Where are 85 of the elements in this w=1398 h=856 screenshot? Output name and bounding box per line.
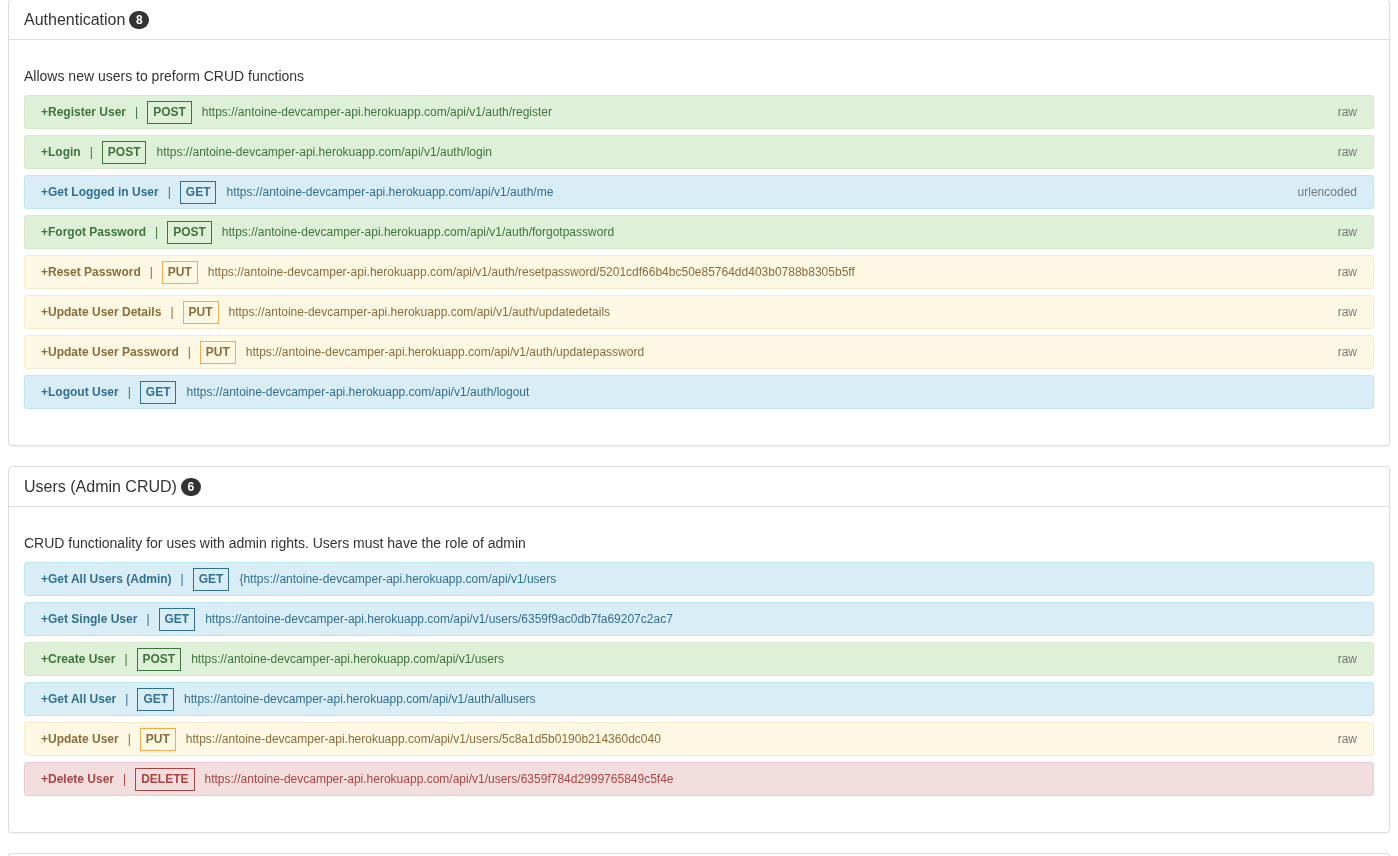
endpoint-name: +Delete User xyxy=(41,771,115,788)
separator: | xyxy=(180,571,184,588)
endpoint-url: https://antoine-devcamper-api.herokuapp.com/api/v1/auth/logout xyxy=(186,384,530,401)
endpoint-row[interactable]: +Get Logged in User | GET https://antoine-devcamper-api.herokuapp.com/api/v1/auth/me urlencoded xyxy=(24,175,1374,209)
count-badge: 6 xyxy=(180,477,201,496)
endpoint-url: https://antoine-devcamper-api.herokuapp.com/api/v1/users xyxy=(191,651,505,668)
endpoint-row[interactable]: +Get All Users (Admin) | GET {https://antoine-devcamper-api.herokuapp.com/api/v1/users xyxy=(24,562,1374,596)
method-badge: POST xyxy=(167,220,212,244)
endpoint-url: https://antoine-devcamper-api.herokuapp.com/api/v1/users/6359f9ac0db7fa69207c2ac7 xyxy=(205,611,673,628)
separator: | xyxy=(149,264,153,281)
endpoint-row[interactable]: +Update User Password | PUT https://antoine-devcamper-api.herokuapp.com/api/v1/auth/updatepassword raw xyxy=(24,335,1374,369)
method-badge: PUT xyxy=(161,260,198,284)
method-badge: POST xyxy=(101,140,147,164)
endpoint-row[interactable]: +Create User | POST https://antoine-devcamper-api.herokuapp.com/api/v1/users raw xyxy=(24,642,1374,676)
body-type: raw xyxy=(1337,304,1357,321)
separator: | xyxy=(125,691,129,708)
body-type: raw xyxy=(1337,344,1357,361)
method-badge: GET xyxy=(179,180,217,204)
endpoint-url: https://antoine-devcamper-api.herokuapp.com/api/v1/auth/resetpassword/5201cdf66b4bc50e85764dd403b0788b8305b5ff xyxy=(207,264,855,281)
endpoint-url: https://antoine-devcamper-api.herokuapp.com/api/v1/users/5c8a1d5b0190b214360dc040 xyxy=(185,731,661,748)
body-type: urlencoded xyxy=(1297,184,1357,201)
separator: | xyxy=(146,611,150,628)
endpoint-name: +Forgot Password xyxy=(41,224,147,241)
method-badge: GET xyxy=(158,607,196,631)
endpoint-row[interactable]: +Get Single User | GET https://antoine-devcamper-api.herokuapp.com/api/v1/users/6359f9ac0db7fa69207c2ac7 xyxy=(24,602,1374,636)
separator: | xyxy=(187,344,191,361)
panel-title: Authentication xyxy=(24,9,126,30)
endpoint-name: +Update User Password xyxy=(41,344,179,361)
method-badge: PUT xyxy=(182,300,219,324)
endpoint-row[interactable]: +Logout User | GET https://antoine-devcamper-api.herokuapp.com/api/v1/auth/logout xyxy=(24,375,1374,409)
endpoint-url: https://antoine-devcamper-api.herokuapp.com/api/v1/auth/allusers xyxy=(184,691,536,708)
endpoint-name: +Get All Users (Admin) xyxy=(41,571,172,588)
endpoint-row[interactable]: +Login | POST https://antoine-devcamper-api.herokuapp.com/api/v1/auth/login raw xyxy=(24,135,1374,169)
panel-title: Users (Admin CRUD) xyxy=(24,476,177,497)
method-badge: PUT xyxy=(199,340,236,364)
separator: | xyxy=(135,104,139,121)
body-type: raw xyxy=(1337,224,1357,241)
endpoint-url: https://antoine-devcamper-api.herokuapp.com/api/v1/auth/updatepassword xyxy=(245,344,645,361)
separator: | xyxy=(124,651,128,668)
endpoint-row[interactable]: +Update User | PUT https://antoine-devcamper-api.herokuapp.com/api/v1/users/5c8a1d5b0190b214360dc040 raw xyxy=(24,722,1374,756)
endpoint-url: https://antoine-devcamper-api.herokuapp.com/api/v1/auth/login xyxy=(156,144,492,161)
endpoint-row[interactable]: +Get All User | GET https://antoine-devcamper-api.herokuapp.com/api/v1/auth/allusers xyxy=(24,682,1374,716)
method-badge: PUT xyxy=(139,727,176,751)
endpoint-row[interactable]: +Reset Password | PUT https://antoine-devcamper-api.herokuapp.com/api/v1/auth/resetpassword/5201cdf66b4bc50e85764dd403b0788b8305b5ff raw xyxy=(24,255,1374,289)
endpoint-name: +Login xyxy=(41,144,81,161)
endpoint-name: +Get Logged in User xyxy=(41,184,159,201)
separator: | xyxy=(155,224,159,241)
separator: | xyxy=(170,304,174,321)
count-badge: 8 xyxy=(129,10,150,29)
endpoint-name: +Reset Password xyxy=(41,264,141,281)
endpoint-name: +Update User Details xyxy=(41,304,162,321)
method-badge: GET xyxy=(137,687,175,711)
endpoint-row[interactable]: +Forgot Password | POST https://antoine-devcamper-api.herokuapp.com/api/v1/auth/forgotpassword raw xyxy=(24,215,1374,249)
endpoint-name: +Get Single User xyxy=(41,611,138,628)
endpoint-row[interactable]: +Update User Details | PUT https://antoine-devcamper-api.herokuapp.com/api/v1/auth/updatedetails raw xyxy=(24,295,1374,329)
endpoint-name: +Create User xyxy=(41,651,116,668)
section-description: Allows new users to preform CRUD functions xyxy=(24,67,306,86)
method-badge: GET xyxy=(192,567,230,591)
endpoint-url: https://antoine-devcamper-api.herokuapp.com/api/v1/auth/register xyxy=(201,104,553,121)
section-description: CRUD functionality for uses with admin rights. Users must have the role of admin xyxy=(24,534,527,553)
endpoint-url: https://antoine-devcamper-api.herokuapp.com/api/v1/auth/updatedetails xyxy=(228,304,611,321)
endpoint-url: https://antoine-devcamper-api.herokuapp.com/api/v1/auth/forgotpassword xyxy=(221,224,615,241)
endpoint-name: +Get All User xyxy=(41,691,117,708)
separator: | xyxy=(127,384,131,401)
body-type: raw xyxy=(1337,144,1357,161)
separator: | xyxy=(123,771,127,788)
endpoint-url: {https://antoine-devcamper-api.herokuapp.com/api/v1/users xyxy=(239,571,557,588)
method-badge: POST xyxy=(136,647,182,671)
body-type: raw xyxy=(1337,651,1357,668)
separator: | xyxy=(167,184,171,201)
method-badge: POST xyxy=(147,100,192,124)
endpoint-url: https://antoine-devcamper-api.herokuapp.com/api/v1/users/6359f784d2999765849c5f4e xyxy=(204,771,674,788)
body-type: raw xyxy=(1337,104,1357,121)
body-type: raw xyxy=(1337,731,1357,748)
method-badge: DELETE xyxy=(135,767,195,791)
endpoint-name: +Register User xyxy=(41,104,127,121)
endpoint-row[interactable]: +Delete User | DELETE https://antoine-devcamper-api.herokuapp.com/api/v1/users/6359f784d2999765849c5f4e xyxy=(24,762,1374,796)
endpoint-name: +Update User xyxy=(41,731,119,748)
endpoint-row[interactable]: +Register User | POST https://antoine-devcamper-api.herokuapp.com/api/v1/auth/register raw xyxy=(24,95,1374,129)
method-badge: GET xyxy=(139,380,177,404)
endpoint-url: https://antoine-devcamper-api.herokuapp.com/api/v1/auth/me xyxy=(226,184,554,201)
separator: | xyxy=(127,731,131,748)
body-type: raw xyxy=(1337,264,1357,281)
endpoint-name: +Logout User xyxy=(41,384,119,401)
separator: | xyxy=(89,144,93,161)
